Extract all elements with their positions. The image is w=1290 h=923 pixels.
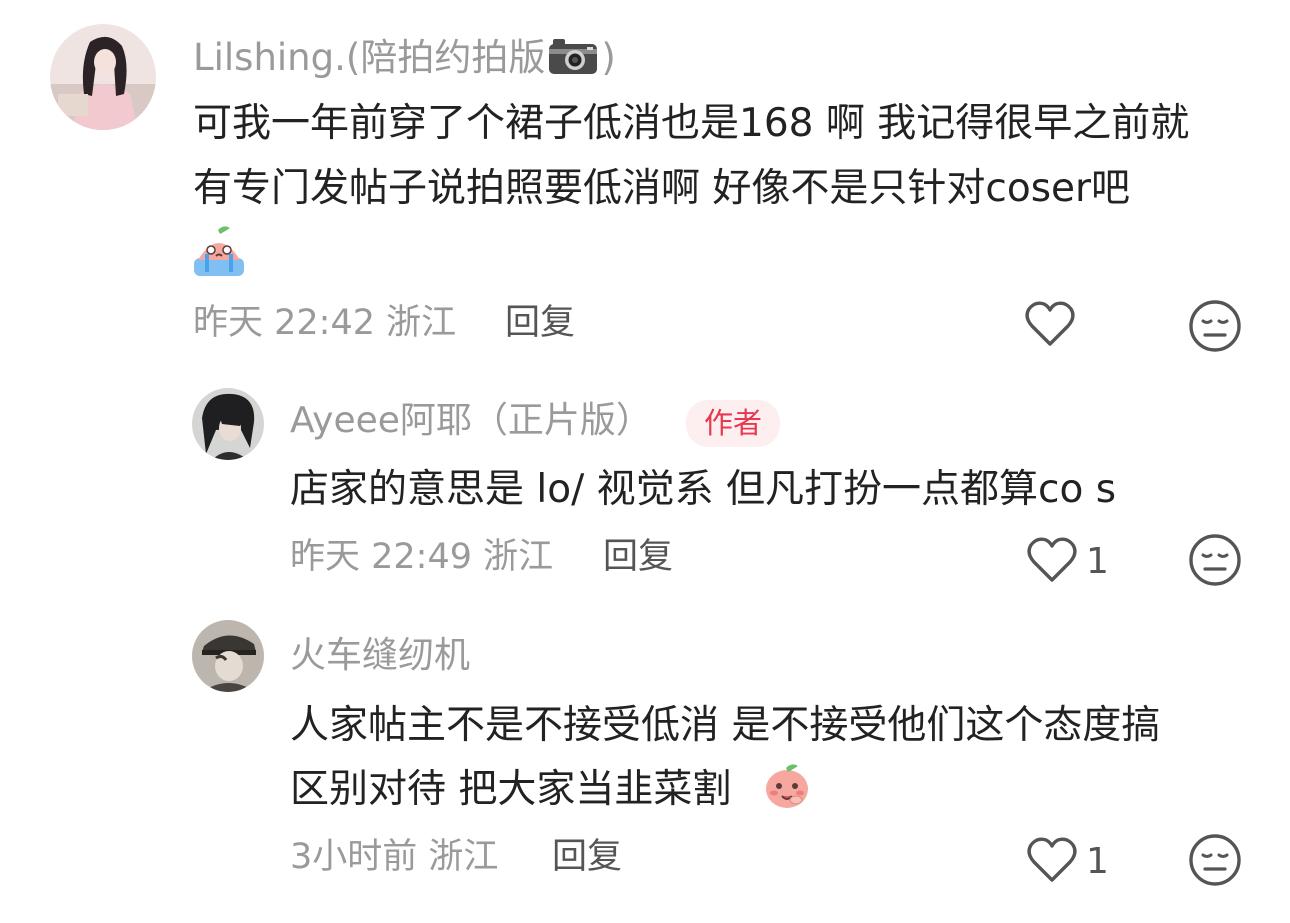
reply-button[interactable]: 回复 <box>552 840 622 875</box>
crying-peach-emoji <box>190 222 248 284</box>
reply-item: Ayeee阿耶（正片版） 作者 店家的意思是 lo/ 视觉系 但凡打扮一点都算c… <box>0 370 1290 600</box>
comment-meta: 昨天 22:42 浙江 <box>193 303 457 343</box>
like-count: 1 <box>1086 541 1109 582</box>
dislike-button[interactable] <box>1188 533 1242 591</box>
reply-button[interactable]: 回复 <box>603 540 673 575</box>
comment-text-line: 人家帖主不是不接受低消 是不接受他们这个态度搞 <box>290 703 1161 748</box>
avatar[interactable] <box>192 620 264 692</box>
avatar-dark-hair-image <box>192 388 264 460</box>
meh-face-icon <box>1188 834 1242 891</box>
comment-text-line: 店家的意思是 lo/ 视觉系 但凡打扮一点都算co s <box>290 467 1117 512</box>
meh-face-icon <box>1188 534 1242 591</box>
like-button[interactable]: 1 <box>1026 836 1109 888</box>
comment-meta: 3小时前 浙江 <box>290 837 499 877</box>
avatar[interactable] <box>192 388 264 460</box>
comment-text-line: 有专门发帖子说拍照要低消啊 好像不是只针对coser吧 <box>193 166 1131 211</box>
like-button[interactable] <box>1024 300 1084 352</box>
heart-outline-icon <box>1026 836 1078 888</box>
dislike-button[interactable] <box>1188 833 1242 891</box>
username-suffix: ) <box>601 36 616 79</box>
dislike-button[interactable] <box>1188 299 1242 357</box>
comment-item: Lilshing.(陪拍约拍版 ) 可我一年前穿了个裙子低消也是168 啊 我记… <box>0 0 1290 370</box>
username[interactable]: Ayeee阿耶（正片版） <box>290 403 652 439</box>
author-badge: 作者 <box>686 400 781 447</box>
username-text: Lilshing.(陪拍约拍版 <box>193 36 546 79</box>
comment-text-line: 区别对待 把大家当韭菜割 <box>290 767 732 812</box>
heart-outline-icon <box>1026 536 1078 588</box>
comment-meta: 昨天 22:49 浙江 <box>290 537 554 577</box>
like-button[interactable]: 1 <box>1026 536 1109 588</box>
avatar[interactable] <box>50 24 156 130</box>
meh-face-icon <box>1188 300 1242 357</box>
camera-icon <box>547 36 599 82</box>
like-count: 1 <box>1086 841 1109 882</box>
reply-button[interactable]: 回复 <box>505 306 575 341</box>
reply-item: 火车缝纫机 人家帖主不是不接受低消 是不接受他们这个态度搞 区别对待 把大家当韭… <box>0 600 1290 923</box>
shy-peach-emoji <box>762 760 812 814</box>
comment-text-line: 可我一年前穿了个裙子低消也是168 啊 我记得很早之前就 <box>193 101 1190 146</box>
heart-outline-icon <box>1024 300 1076 352</box>
avatar-cap-man-image <box>192 620 264 692</box>
username[interactable]: Lilshing.(陪拍约拍版 ) <box>193 36 616 82</box>
username[interactable]: 火车缝纫机 <box>290 638 470 674</box>
avatar-girl-image <box>50 24 156 130</box>
